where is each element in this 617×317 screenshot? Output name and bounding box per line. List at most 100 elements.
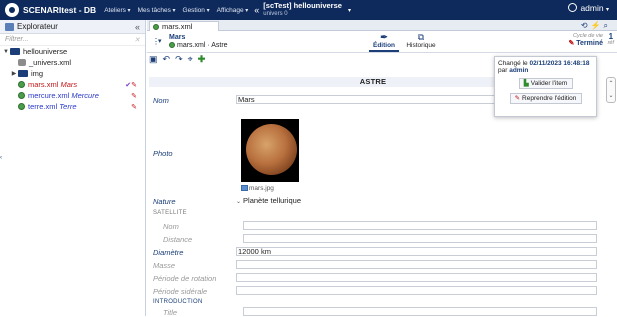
- resume-label: Reprendre l'édition: [522, 95, 577, 102]
- masse-input[interactable]: [236, 260, 597, 269]
- tab-edition[interactable]: ✒ Édition: [369, 33, 399, 52]
- section-satellite: SATELLITE: [153, 210, 187, 216]
- tab-historique[interactable]: ⧉ Historique: [402, 32, 440, 50]
- item-icon: [169, 42, 175, 48]
- tab-mars[interactable]: mars.xml: [149, 21, 219, 31]
- satellite-nom-input[interactable]: [243, 221, 597, 230]
- save-icon[interactable]: ▣: [149, 54, 158, 65]
- clear-filter-icon[interactable]: ✕: [134, 36, 140, 44]
- tree-item-file: terre.xml: [28, 102, 58, 111]
- tree-item-title: Mars: [60, 80, 78, 89]
- scroll-control[interactable]: ⌃ ⌄: [606, 77, 616, 103]
- lifecycle-status[interactable]: Cycle de vie ✎ Terminé: [568, 33, 603, 47]
- tree-item-label: img: [31, 69, 44, 78]
- diametre-input[interactable]: 12000 km: [236, 247, 597, 256]
- tree-item-mars[interactable]: mars.xml Mars ✔✎: [0, 79, 145, 90]
- nature-select[interactable]: ⌄ Planète tellurique: [236, 196, 301, 205]
- search-icon[interactable]: ⌕: [604, 21, 611, 30]
- edit-status-icon: ✎: [131, 103, 137, 111]
- folder-icon: [18, 70, 28, 77]
- filter-placeholder: Filtrer...: [5, 36, 29, 43]
- field-label-diametre: Diamètre: [153, 248, 184, 257]
- chevron-down-icon[interactable]: ▾: [348, 7, 351, 14]
- chevron-down-icon[interactable]: ▾: [158, 37, 162, 45]
- siderale-input[interactable]: [236, 286, 597, 295]
- history-icon: ⧉: [417, 32, 425, 42]
- explorer-panel: Explorateur « Filtrer... ✕ ▼ hellouniver…: [0, 20, 146, 316]
- item-icon: [18, 92, 25, 99]
- pen-icon: ✒: [380, 32, 388, 42]
- pen-icon: ✎: [514, 95, 521, 102]
- validate-label: Valider l'item: [530, 80, 568, 87]
- changed-by: par admin: [498, 67, 529, 74]
- workspace-subtitle: univers 0: [263, 11, 288, 17]
- chevron-right-icon[interactable]: ▶: [10, 70, 18, 77]
- app-logo[interactable]: [5, 3, 19, 17]
- item-header: ⋮ ▾ Mars mars.xml · Astre ✒ Édition ⧉ Hi…: [147, 31, 617, 53]
- history-icon[interactable]: ⟲: [581, 21, 591, 30]
- app-name: SCENARItest - DB: [23, 5, 97, 15]
- redo-icon[interactable]: ↷: [175, 54, 183, 65]
- target-icon[interactable]: ⌖: [188, 54, 193, 65]
- add-icon[interactable]: ✚: [198, 54, 206, 65]
- tree-item-label: hellouniverse: [23, 47, 68, 56]
- changed-date: 02/11/2023 16:48:18: [529, 60, 590, 67]
- tree-item-hellouniverse[interactable]: ▼ hellouniverse: [0, 46, 145, 57]
- tree-item-terre[interactable]: terre.xml Terre ✎: [0, 101, 145, 112]
- tab-label: mars.xml: [162, 22, 193, 31]
- tab-edition-label: Édition: [372, 42, 396, 49]
- side-handle-icon[interactable]: ‹: [0, 155, 2, 161]
- filter-input[interactable]: Filtrer... ✕: [0, 34, 145, 46]
- user-icon: [568, 3, 578, 12]
- image-icon: [241, 185, 248, 191]
- resume-edit-button[interactable]: ✎ Reprendre l'édition: [509, 93, 582, 104]
- collapse-left-icon[interactable]: «: [254, 5, 259, 15]
- rotation-input[interactable]: [236, 273, 597, 282]
- menu-ateliers[interactable]: Ateliers: [104, 7, 130, 14]
- field-label-nature: Nature: [153, 197, 176, 206]
- lightning-icon[interactable]: ⚡: [591, 21, 604, 30]
- tab-actions: ⟲⚡⌕: [581, 21, 611, 31]
- explorer-title: Explorateur: [17, 22, 58, 31]
- menu-gestion[interactable]: Gestion: [183, 7, 210, 14]
- distance-input[interactable]: [243, 234, 597, 243]
- chevron-down-icon[interactable]: ▼: [2, 49, 10, 55]
- chevron-down-icon: ⌄: [236, 199, 242, 205]
- tree-item-file: mercure.xml: [28, 91, 70, 100]
- tree-item-univers[interactable]: _univers.xml: [0, 57, 145, 68]
- item-icon: [153, 23, 159, 30]
- app-topbar: SCENARItest - DB Ateliers Mes tâches Ges…: [0, 0, 617, 20]
- item-icon: [18, 81, 25, 88]
- references-count[interactable]: 1 réf: [608, 33, 614, 47]
- undo-icon[interactable]: ↶: [163, 54, 171, 65]
- collapse-panel-icon[interactable]: «: [135, 22, 140, 32]
- workspace-context[interactable]: [scTest] hellouniverse univers 0: [263, 2, 342, 18]
- explorer-icon: [5, 22, 14, 31]
- file-tree: ▼ hellouniverse _univers.xml ▶ img mars.…: [0, 46, 145, 112]
- workspace-title: [scTest] hellouniverse: [263, 1, 342, 10]
- tree-item-img[interactable]: ▶ img: [0, 68, 145, 79]
- field-label-photo: Photo: [153, 149, 173, 158]
- photo-image[interactable]: [241, 119, 299, 182]
- chevron-down-icon: ▾: [605, 7, 609, 13]
- edit-status-icon: ✔✎: [125, 81, 137, 89]
- field-label-masse: Masse: [153, 261, 176, 270]
- menu-mes-taches[interactable]: Mes tâches: [138, 7, 176, 14]
- check-icon: ▙: [523, 80, 529, 87]
- tree-item-title: Mercure: [71, 91, 99, 100]
- intro-title-input[interactable]: [243, 307, 597, 316]
- user-name: admin: [580, 3, 604, 13]
- user-menu[interactable]: admin ▾: [568, 3, 609, 13]
- database-icon: [18, 59, 26, 66]
- changed-info: Changé le 02/11/2023 16:48:18: [498, 60, 590, 67]
- tree-item-mercure[interactable]: mercure.xml Mercure ✎: [0, 90, 145, 101]
- photo-caption[interactable]: mars.jpg: [241, 185, 274, 192]
- field-label-distance: Distance: [163, 235, 193, 244]
- breadcrumb-path: mars.xml · Astre: [177, 42, 228, 49]
- tree-item-label: _univers.xml: [29, 58, 72, 67]
- menu-affichage[interactable]: Affichage: [217, 7, 249, 14]
- changed-user: admin: [509, 67, 529, 74]
- validate-item-button[interactable]: ▙ Valider l'item: [518, 78, 573, 89]
- nature-value: Planète tellurique: [243, 196, 301, 205]
- tab-historique-label: Historique: [406, 42, 436, 49]
